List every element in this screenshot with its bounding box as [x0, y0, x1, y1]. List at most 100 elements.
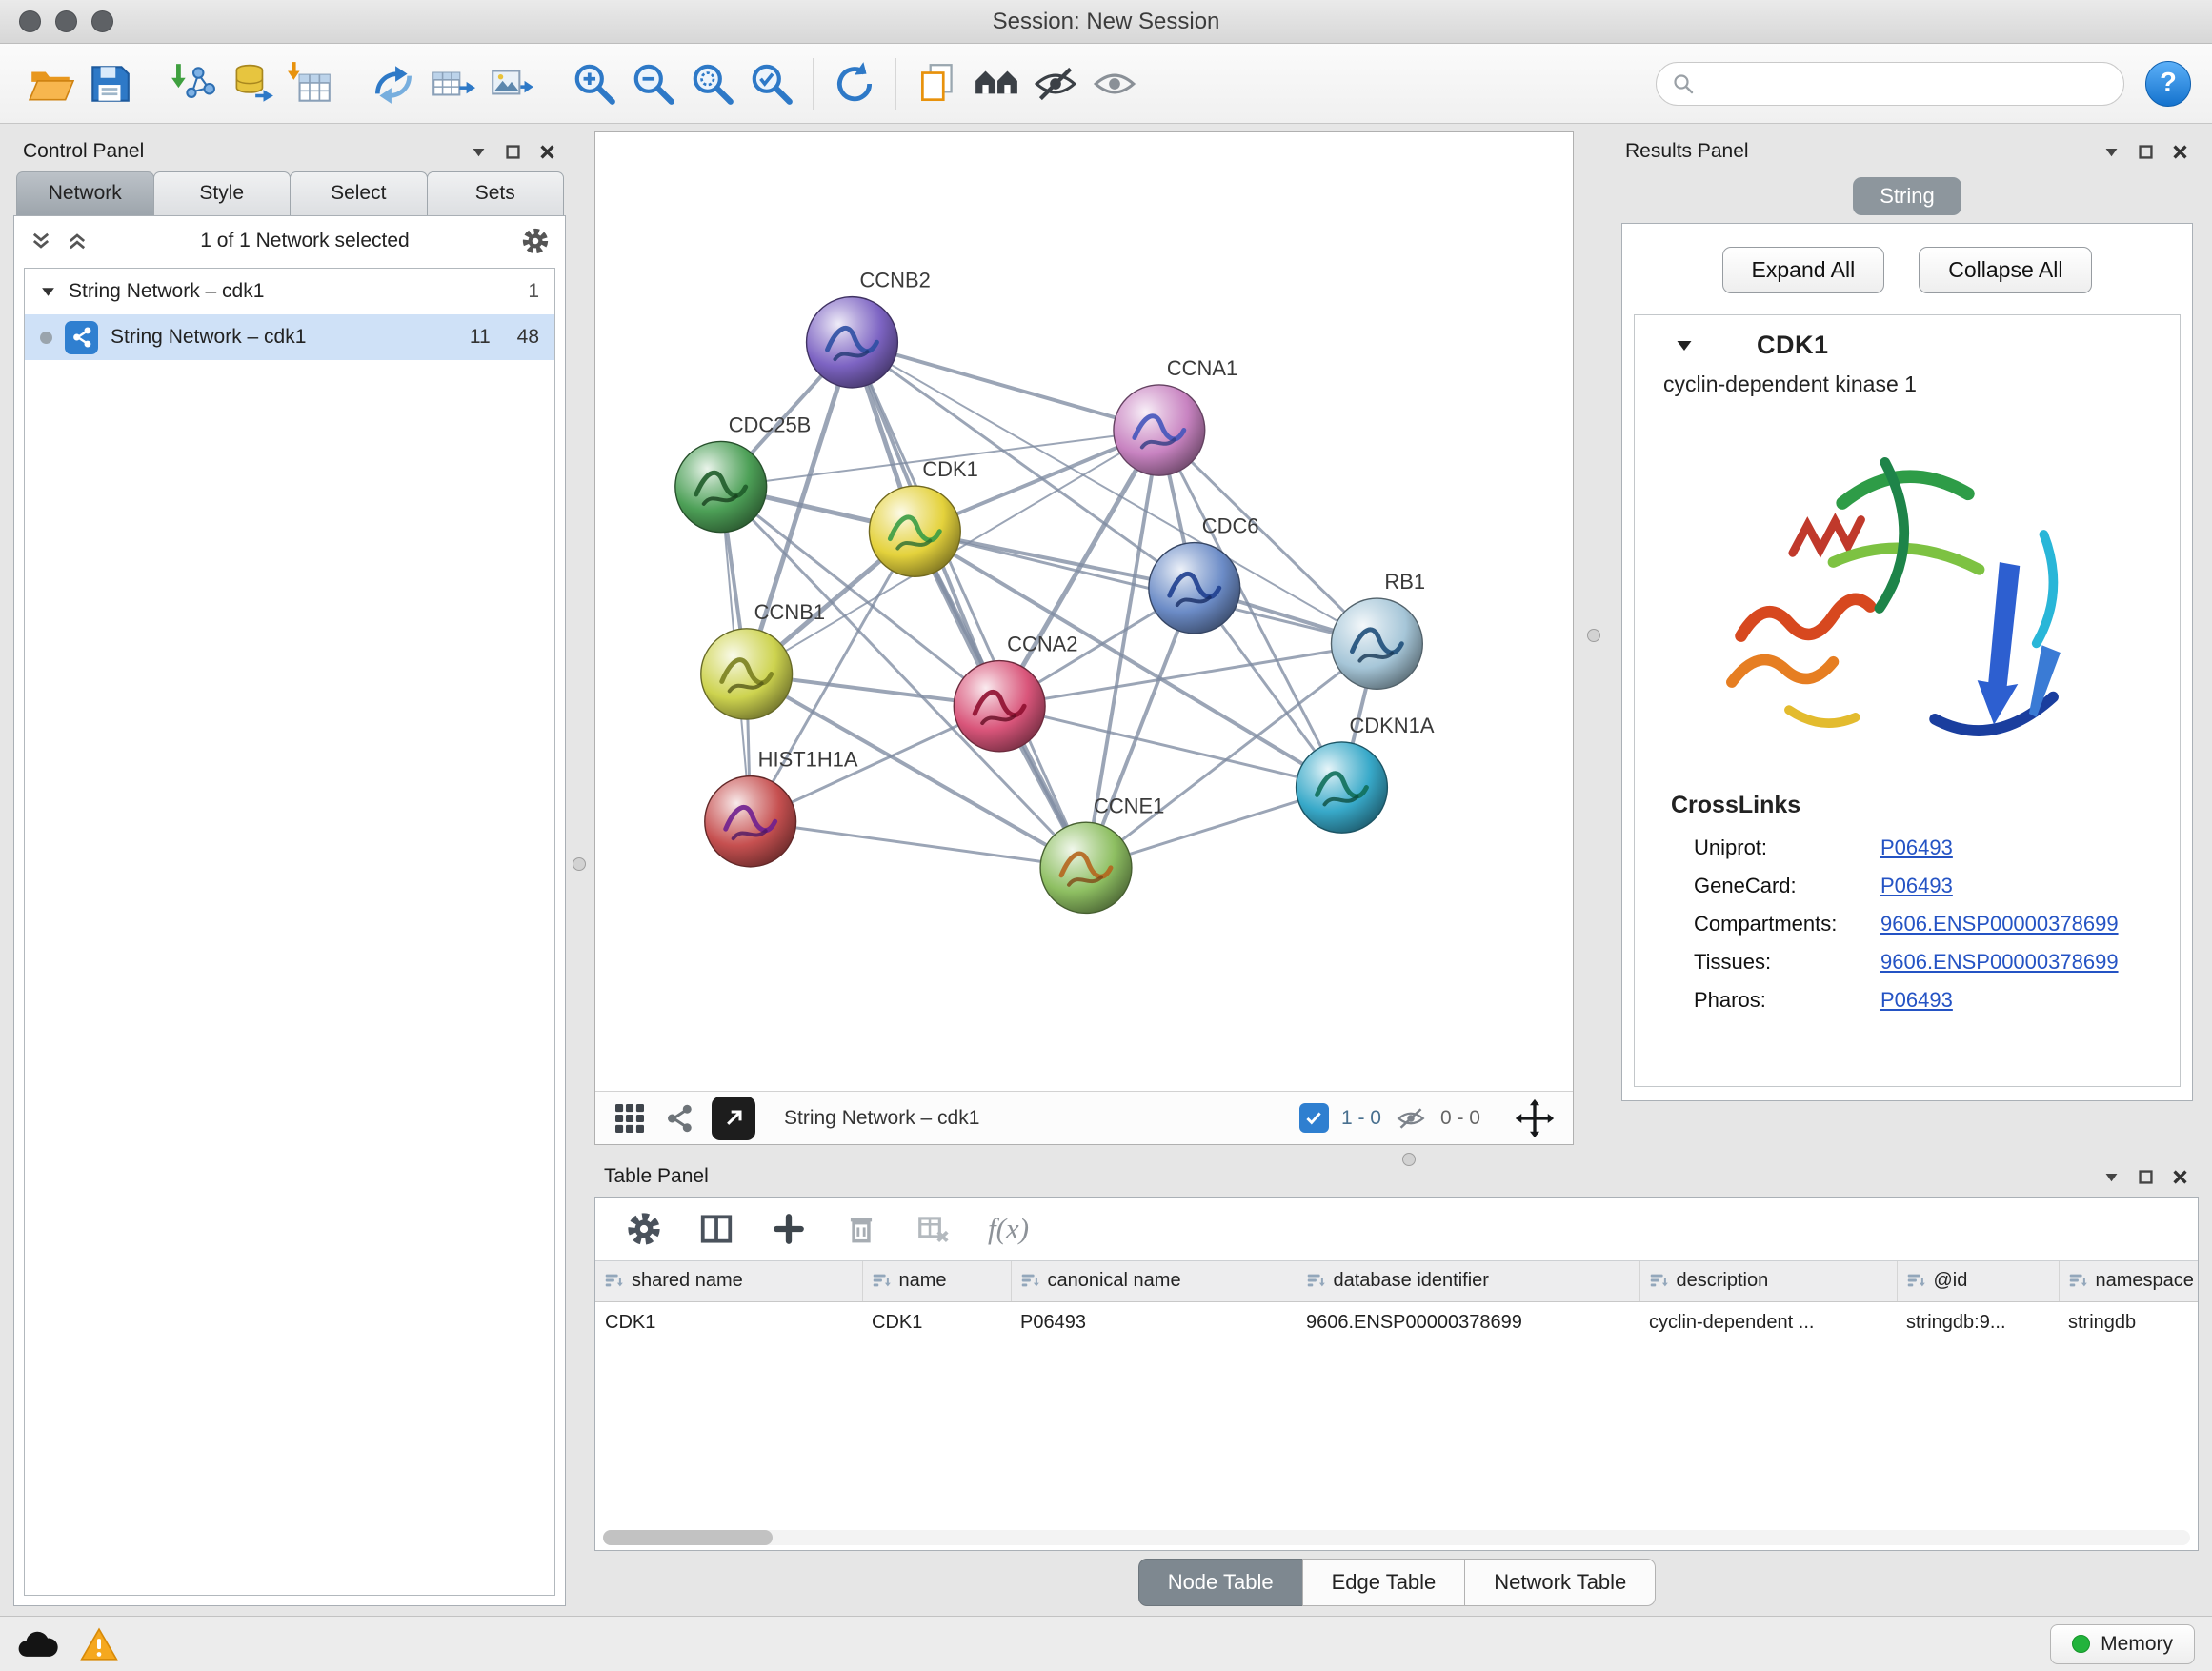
- network-edge[interactable]: [852, 342, 1086, 868]
- expand-all-icon[interactable]: [30, 230, 52, 252]
- tab-style[interactable]: Style: [153, 171, 292, 215]
- memory-button[interactable]: Memory: [2050, 1624, 2195, 1664]
- gene-section-header[interactable]: CDK1: [1635, 315, 2180, 368]
- splitter-handle[interactable]: [1587, 629, 1600, 642]
- splitter-handle[interactable]: [1402, 1153, 1416, 1166]
- network-graph-svg[interactable]: CCNB2CCNA1CDC25BCDK1CDC6RB1CCNB1CCNA2CDK…: [595, 132, 1573, 1091]
- birdseye-grid-icon[interactable]: [613, 1101, 647, 1136]
- add-column-icon[interactable]: [771, 1211, 807, 1247]
- import-network-button[interactable]: [163, 54, 222, 113]
- panel-menu-icon[interactable]: [2102, 1168, 2121, 1186]
- network-node-hist1h1a[interactable]: HIST1H1A: [705, 748, 858, 867]
- search-input[interactable]: [1704, 72, 2108, 95]
- panel-float-icon[interactable]: [2137, 143, 2155, 161]
- table-cell[interactable]: cyclin-dependent ...: [1639, 1301, 1897, 1338]
- network-edit-button[interactable]: [364, 54, 423, 113]
- minimize-window-button[interactable]: [55, 10, 77, 32]
- open-session-button[interactable]: [21, 54, 80, 113]
- column-header-namespace[interactable]: namespace: [2059, 1261, 2198, 1301]
- tab-node-table[interactable]: Node Table: [1138, 1559, 1303, 1606]
- splitter-handle[interactable]: [573, 857, 586, 871]
- close-window-button[interactable]: [19, 10, 41, 32]
- network-node-ccnb2[interactable]: CCNB2: [807, 269, 931, 388]
- table-cell[interactable]: P06493: [1011, 1301, 1297, 1338]
- string-tab-badge[interactable]: String: [1853, 177, 1961, 215]
- network-edge[interactable]: [747, 342, 853, 674]
- network-node-cdc6[interactable]: CDC6: [1149, 514, 1259, 634]
- table-cell[interactable]: stringdb:9...: [1897, 1301, 2059, 1338]
- maximize-window-button[interactable]: [91, 10, 113, 32]
- save-session-button[interactable]: [80, 54, 139, 113]
- annotation-button[interactable]: [908, 54, 967, 113]
- panel-float-icon[interactable]: [504, 143, 522, 161]
- delete-table-icon[interactable]: [915, 1211, 952, 1247]
- horizontal-scrollbar-thumb[interactable]: [603, 1530, 773, 1545]
- table-cell[interactable]: CDK1: [595, 1301, 862, 1338]
- export-table-button[interactable]: [423, 54, 482, 113]
- zoom-out-button[interactable]: [624, 54, 683, 113]
- table-cell[interactable]: CDK1: [862, 1301, 1011, 1338]
- function-builder-icon[interactable]: f(x): [988, 1212, 1029, 1246]
- crosslink-link[interactable]: 9606.ENSP00000378699: [1880, 912, 2119, 936]
- delete-column-icon[interactable]: [843, 1211, 879, 1247]
- cloud-icon[interactable]: [17, 1629, 59, 1660]
- network-node-rb1[interactable]: RB1: [1331, 570, 1425, 689]
- warning-icon[interactable]: [80, 1627, 118, 1661]
- hide-eye-button[interactable]: [1026, 54, 1085, 113]
- refresh-button[interactable]: [825, 54, 884, 113]
- network-node-ccnb1[interactable]: CCNB1: [701, 600, 825, 719]
- collapse-all-button[interactable]: Collapse All: [1919, 247, 2092, 293]
- table-cell[interactable]: stringdb: [2059, 1301, 2198, 1338]
- crosslink-link[interactable]: 9606.ENSP00000378699: [1880, 950, 2119, 975]
- zoom-selected-button[interactable]: [742, 54, 801, 113]
- zoom-in-button[interactable]: [565, 54, 624, 113]
- network-node-cdkn1a[interactable]: CDKN1A: [1297, 714, 1435, 833]
- network-node-ccna1[interactable]: CCNA1: [1114, 356, 1237, 475]
- tab-network[interactable]: Network: [16, 171, 154, 215]
- import-table-button[interactable]: [281, 54, 340, 113]
- network-node-cdc25b[interactable]: CDC25B: [675, 413, 811, 533]
- selected-checkbox-icon[interactable]: [1299, 1103, 1329, 1133]
- open-in-window-button[interactable]: [712, 1097, 755, 1140]
- section-collapse-triangle-icon[interactable]: [1675, 336, 1694, 355]
- network-collection-row[interactable]: String Network – cdk1 1: [25, 269, 554, 314]
- network-canvas[interactable]: CCNB2CCNA1CDC25BCDK1CDC6RB1CCNB1CCNA2CDK…: [595, 132, 1573, 1091]
- home-panels-button[interactable]: [967, 54, 1026, 113]
- panel-menu-icon[interactable]: [470, 143, 488, 161]
- table-settings-gear-icon[interactable]: [626, 1211, 662, 1247]
- panel-float-icon[interactable]: [2137, 1168, 2155, 1186]
- column-header--id[interactable]: @id: [1897, 1261, 2059, 1301]
- panel-close-icon[interactable]: [2171, 1168, 2189, 1186]
- tab-sets[interactable]: Sets: [427, 171, 565, 215]
- tab-network-table[interactable]: Network Table: [1464, 1559, 1656, 1606]
- network-edge[interactable]: [915, 532, 1377, 644]
- panel-menu-icon[interactable]: [2102, 143, 2121, 161]
- network-edge[interactable]: [852, 342, 1158, 430]
- network-overview-icon[interactable]: [662, 1101, 696, 1136]
- network-row[interactable]: String Network – cdk1 11 48: [25, 314, 554, 360]
- crosslink-link[interactable]: P06493: [1880, 874, 1953, 898]
- zoom-fit-button[interactable]: [683, 54, 742, 113]
- tree-expand-triangle-icon[interactable]: [40, 284, 56, 300]
- column-header-canonical-name[interactable]: canonical name: [1011, 1261, 1297, 1301]
- horizontal-scrollbar-track[interactable]: [603, 1530, 2190, 1545]
- show-eye-button[interactable]: [1085, 54, 1144, 113]
- column-header-shared-name[interactable]: shared name: [595, 1261, 862, 1301]
- expand-all-button[interactable]: Expand All: [1722, 247, 1885, 293]
- panel-close-icon[interactable]: [538, 143, 556, 161]
- column-header-description[interactable]: description: [1639, 1261, 1897, 1301]
- column-header-name[interactable]: name: [862, 1261, 1011, 1301]
- search-box[interactable]: [1656, 62, 2124, 106]
- tab-edge-table[interactable]: Edge Table: [1302, 1559, 1466, 1606]
- panel-close-icon[interactable]: [2171, 143, 2189, 161]
- pan-crosshair-icon[interactable]: [1514, 1097, 1556, 1139]
- column-header-database-identifier[interactable]: database identifier: [1297, 1261, 1639, 1301]
- help-button[interactable]: ?: [2145, 61, 2191, 107]
- crosslink-link[interactable]: P06493: [1880, 988, 1953, 1013]
- select-columns-icon[interactable]: [698, 1211, 734, 1247]
- network-options-gear-icon[interactable]: [521, 227, 550, 255]
- tab-select[interactable]: Select: [290, 171, 428, 215]
- network-edge[interactable]: [751, 821, 1086, 868]
- import-database-button[interactable]: [222, 54, 281, 113]
- crosslink-link[interactable]: P06493: [1880, 836, 1953, 860]
